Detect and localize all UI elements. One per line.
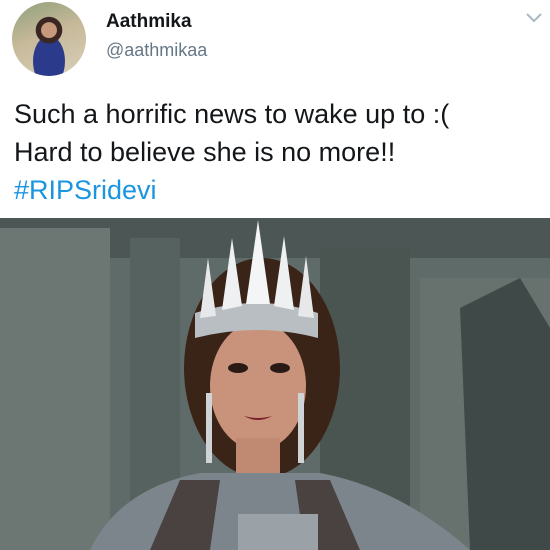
tweet-text-line: Hard to believe she is no more!! (14, 137, 396, 167)
tweet-text-line: Such a horrific news to wake up to :( (14, 99, 450, 129)
user-handle[interactable]: @aathmikaa (106, 40, 207, 61)
tweet-text: Such a horrific news to wake up to :( Ha… (14, 95, 544, 209)
tweet-header: Aathmika @aathmikaa (0, 0, 550, 86)
hashtag-link[interactable]: #RIPSridevi (14, 171, 544, 209)
chevron-down-icon[interactable] (524, 10, 544, 26)
tweet-media-image[interactable] (0, 218, 550, 550)
avatar[interactable] (12, 2, 86, 76)
media-illustration (0, 218, 550, 550)
user-name[interactable]: Aathmika (106, 11, 192, 33)
